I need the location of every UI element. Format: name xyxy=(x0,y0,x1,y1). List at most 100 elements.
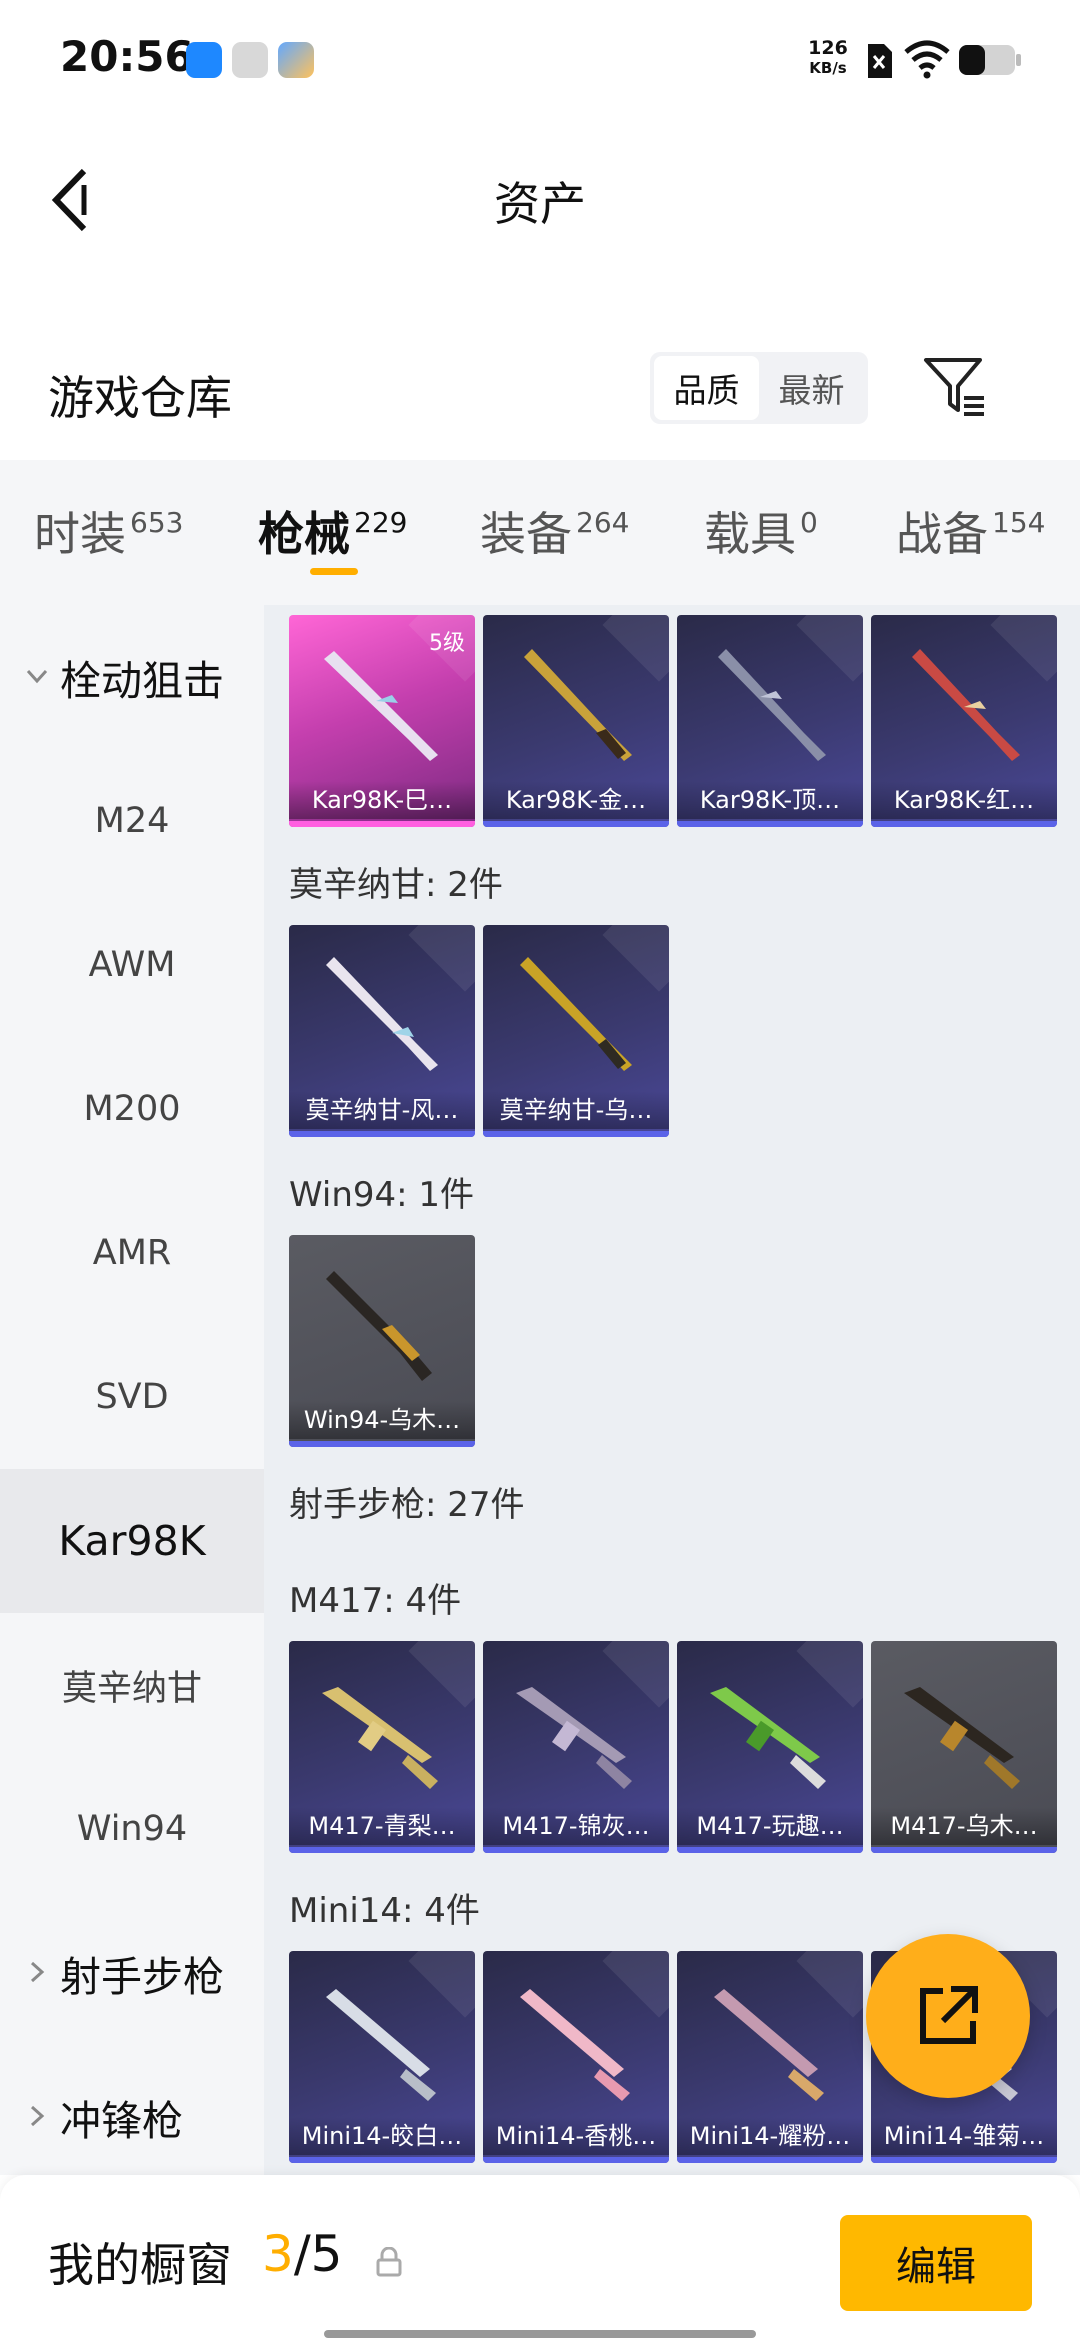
rifle-icon xyxy=(912,649,1020,761)
tab-label: 战备 xyxy=(896,507,988,561)
side-item-amr[interactable]: AMR xyxy=(0,1181,264,1325)
item-card[interactable]: Win94-乌木… xyxy=(289,1235,475,1447)
home-indicator[interactable] xyxy=(324,2330,756,2338)
side-group-bolt-action[interactable]: 栓动狙击 xyxy=(0,605,264,749)
showcase-bar: 我的橱窗 3/5 编辑 xyxy=(0,2175,1080,2344)
tab-supplies[interactable]: 战备 154 xyxy=(896,498,1045,564)
showcase-title: 我的橱窗 xyxy=(48,2238,232,2292)
card-label: 莫辛纳甘-乌… xyxy=(483,1091,669,1129)
assault-rifle-icon xyxy=(326,1989,436,2101)
settings-app-icon xyxy=(232,42,268,78)
card-label: Kar98K-顶… xyxy=(677,781,863,819)
rifle-icon xyxy=(326,1271,432,1381)
assault-rifle-icon xyxy=(710,1687,826,1789)
item-card[interactable]: Mini14-耀粉… xyxy=(677,1951,863,2163)
item-card[interactable]: Mini14-皎白… xyxy=(289,1951,475,2163)
status-bar: 20:56 126 KB/s xyxy=(0,0,1080,120)
card-label: Mini14-香桃… xyxy=(483,2117,669,2155)
side-item-awm[interactable]: AWM xyxy=(0,893,264,1037)
card-label: Kar98K-金… xyxy=(483,781,669,819)
browser-app-icon xyxy=(186,42,222,78)
assault-rifle-icon xyxy=(516,1687,632,1789)
group-label-win94: Win94: 1件 xyxy=(289,1175,475,1215)
section-title: 游戏仓库 xyxy=(48,371,232,425)
rifle-icon xyxy=(326,957,438,1071)
sort-newest-button[interactable]: 最新 xyxy=(759,356,864,420)
tab-count: 0 xyxy=(800,506,818,539)
side-item-mosin[interactable]: 莫辛纳甘 xyxy=(0,1613,264,1757)
card-label: Mini14-雏菊… xyxy=(871,2117,1057,2155)
tab-equipment[interactable]: 装备 264 xyxy=(480,498,629,564)
showcase-total: /5 xyxy=(293,2225,343,2283)
side-item-kar98k[interactable]: Kar98K xyxy=(0,1469,264,1613)
share-external-icon xyxy=(920,1986,978,2044)
item-card[interactable]: Mini14-香桃… xyxy=(483,1951,669,2163)
rifle-icon xyxy=(520,957,632,1071)
item-card[interactable]: 5级 Kar98K-巳… xyxy=(289,615,475,827)
tab-label: 载具 xyxy=(704,507,796,561)
tab-count: 653 xyxy=(130,506,184,539)
item-card[interactable]: M417-青梨… xyxy=(289,1641,475,1853)
assault-rifle-icon xyxy=(714,1989,824,2101)
group-label-mosin: 莫辛纳甘: 2件 xyxy=(289,865,503,905)
battery-icon xyxy=(959,45,1021,75)
side-group-smg[interactable]: 冲锋枪 xyxy=(0,2045,264,2189)
tab-weapons[interactable]: 枪械 229 xyxy=(258,498,407,564)
wifi-icon xyxy=(904,40,950,79)
side-group-label: 栓动狙击 xyxy=(60,657,224,705)
item-card[interactable]: 莫辛纳甘-风… xyxy=(289,925,475,1137)
tab-count: 229 xyxy=(354,506,408,539)
group-label-dmr: 射手步枪: 27件 xyxy=(289,1485,525,1525)
showcase-count: 3/5 xyxy=(262,2225,342,2283)
side-group-label: 冲锋枪 xyxy=(60,2097,183,2145)
rifle-icon xyxy=(324,651,438,761)
side-item-m24[interactable]: M24 xyxy=(0,749,264,893)
tab-count: 264 xyxy=(576,506,630,539)
speed-value: 126 xyxy=(808,37,848,59)
group-label-m417: M417: 4件 xyxy=(289,1581,462,1621)
item-card[interactable]: 莫辛纳甘-乌… xyxy=(483,925,669,1137)
assault-rifle-icon xyxy=(904,1687,1020,1789)
tab-label: 枪械 xyxy=(258,507,350,561)
item-card[interactable]: Kar98K-红… xyxy=(871,615,1057,827)
tab-label: 时装 xyxy=(34,507,126,561)
sort-toggle: 品质 最新 xyxy=(650,352,868,424)
header: 资产 xyxy=(0,140,1080,260)
side-item-m200[interactable]: M200 xyxy=(0,1037,264,1181)
card-label: Mini14-皎白… xyxy=(289,2117,475,2155)
active-tab-indicator xyxy=(310,568,358,575)
card-label: M417-玩趣… xyxy=(677,1807,863,1845)
section-row: 游戏仓库 品质 最新 xyxy=(0,340,1080,460)
page-title: 资产 xyxy=(494,177,586,231)
side-group-label: 射手步枪 xyxy=(60,1953,224,2001)
item-card[interactable]: M417-玩趣… xyxy=(677,1641,863,1853)
tab-skins[interactable]: 时装 653 xyxy=(34,498,183,564)
speed-unit: KB/s xyxy=(809,59,847,77)
side-group-dmr[interactable]: 射手步枪 xyxy=(0,1901,264,2045)
item-card[interactable]: M417-乌木… xyxy=(871,1641,1057,1853)
side-item-svd[interactable]: SVD xyxy=(0,1325,264,1469)
no-sim-icon xyxy=(868,44,892,78)
card-label: Kar98K-红… xyxy=(871,781,1057,819)
lock-icon xyxy=(376,2247,402,2277)
card-label: Mini14-耀粉… xyxy=(677,2117,863,2155)
sort-quality-button[interactable]: 品质 xyxy=(654,356,759,420)
tab-vehicles[interactable]: 载具 0 xyxy=(704,498,818,564)
assistant-app-icon xyxy=(278,42,314,78)
item-card[interactable]: M417-锦灰… xyxy=(483,1641,669,1853)
side-menu: 栓动狙击 M24 AWM M200 AMR SVD Kar98K 莫辛纳甘 Wi… xyxy=(0,605,264,2175)
assault-rifle-icon xyxy=(520,1989,630,2101)
filter-icon[interactable] xyxy=(922,354,988,420)
edit-button[interactable]: 编辑 xyxy=(840,2215,1032,2311)
chevron-right-icon xyxy=(30,1961,45,1983)
share-button[interactable] xyxy=(866,1934,1030,2098)
tab-count: 154 xyxy=(992,506,1046,539)
status-time: 20:56 xyxy=(60,32,194,81)
card-label: M417-锦灰… xyxy=(483,1807,669,1845)
chevron-right-icon xyxy=(30,2105,45,2127)
card-label: Win94-乌木… xyxy=(289,1401,475,1439)
tab-label: 装备 xyxy=(480,507,572,561)
side-item-win94[interactable]: Win94 xyxy=(0,1757,264,1901)
item-card[interactable]: Kar98K-顶… xyxy=(677,615,863,827)
item-card[interactable]: Kar98K-金… xyxy=(483,615,669,827)
